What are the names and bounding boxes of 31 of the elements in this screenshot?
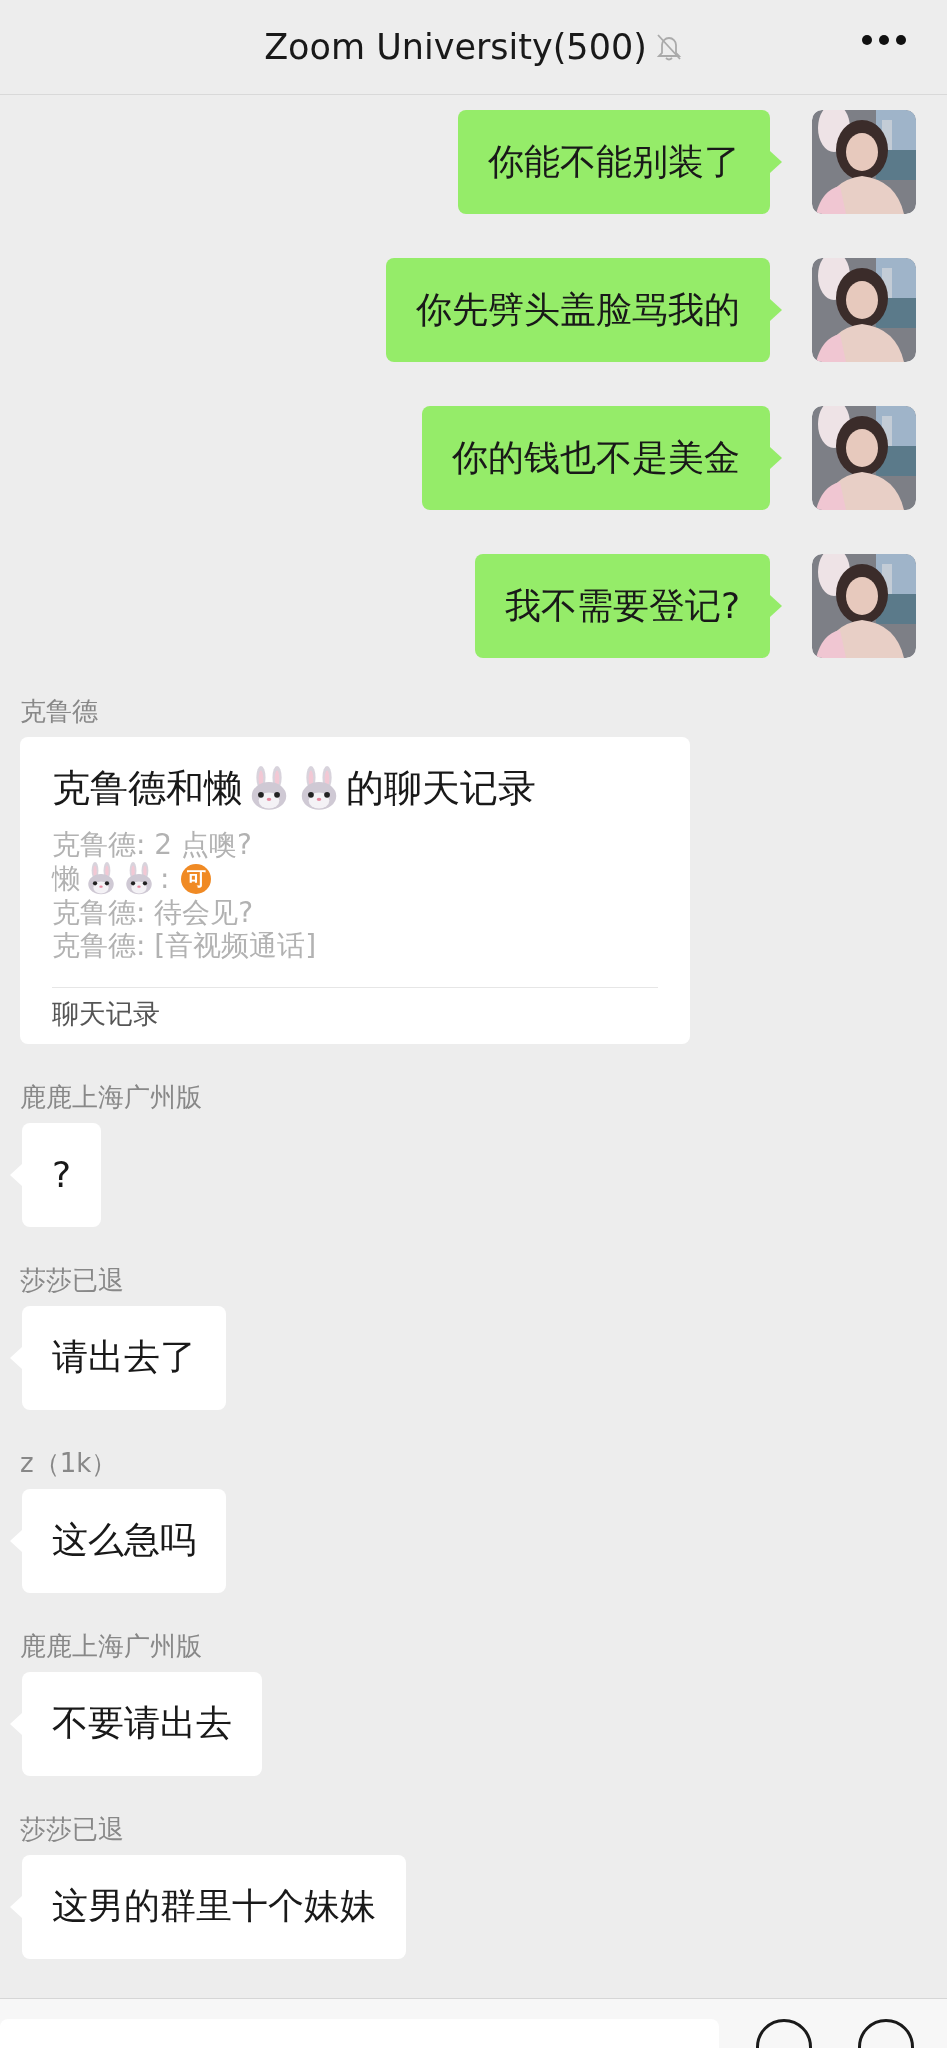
record-title: 的聊天记录 bbox=[346, 765, 536, 812]
message-bubble: 这男的群里十个妹妹 bbox=[10, 1854, 947, 1959]
preview-text: : bbox=[160, 861, 170, 896]
sender-name: 克鲁德 bbox=[20, 695, 99, 728]
avatar[interactable] bbox=[812, 554, 916, 658]
bubble-tail bbox=[770, 595, 782, 617]
preview-text: 克鲁德: 待会见? bbox=[52, 895, 254, 930]
bubble-tail bbox=[770, 299, 782, 321]
avatar[interactable] bbox=[812, 406, 916, 510]
message-bubble: 不要请出去 bbox=[10, 1671, 947, 1776]
bubble-tail bbox=[770, 151, 782, 173]
sender-name: 鹿鹿上海广州版 bbox=[20, 1080, 203, 1114]
chat-title: Zoom University(500) bbox=[264, 27, 647, 67]
sender-name: 莎莎已退 bbox=[20, 1263, 125, 1297]
avatar[interactable] bbox=[812, 110, 916, 214]
chat-record-card[interactable]: 克鲁德和懒 的聊天记录 克鲁德: 2 点噢? 懒 : 可 克鲁德: 待会见? 克鲁德: [音视频通话] 聊天记录 bbox=[20, 737, 690, 1044]
more-icon[interactable] bbox=[861, 34, 907, 46]
sender-name: z（1k） bbox=[20, 1446, 119, 1480]
card-footer: 聊天记录 bbox=[52, 997, 160, 1029]
sender-name: 鹿鹿上海广州版 bbox=[20, 1629, 203, 1663]
message-bubble: 这么急吗 bbox=[10, 1488, 947, 1593]
preview-text: 克鲁德: 2 点噢? bbox=[52, 828, 252, 862]
emoji-badge: 可 bbox=[181, 863, 212, 894]
sender-name: 莎莎已退 bbox=[20, 1812, 125, 1846]
record-title: 克鲁德和懒 bbox=[52, 765, 242, 812]
bubble-tail bbox=[770, 447, 782, 469]
preview-text: 克鲁德: [音视频通话] bbox=[52, 929, 317, 963]
preview-text: 懒 bbox=[52, 861, 80, 896]
avatar[interactable] bbox=[812, 258, 916, 362]
message-bubble: ? bbox=[10, 1122, 947, 1227]
message-bubble: 请出去了 bbox=[10, 1305, 947, 1410]
